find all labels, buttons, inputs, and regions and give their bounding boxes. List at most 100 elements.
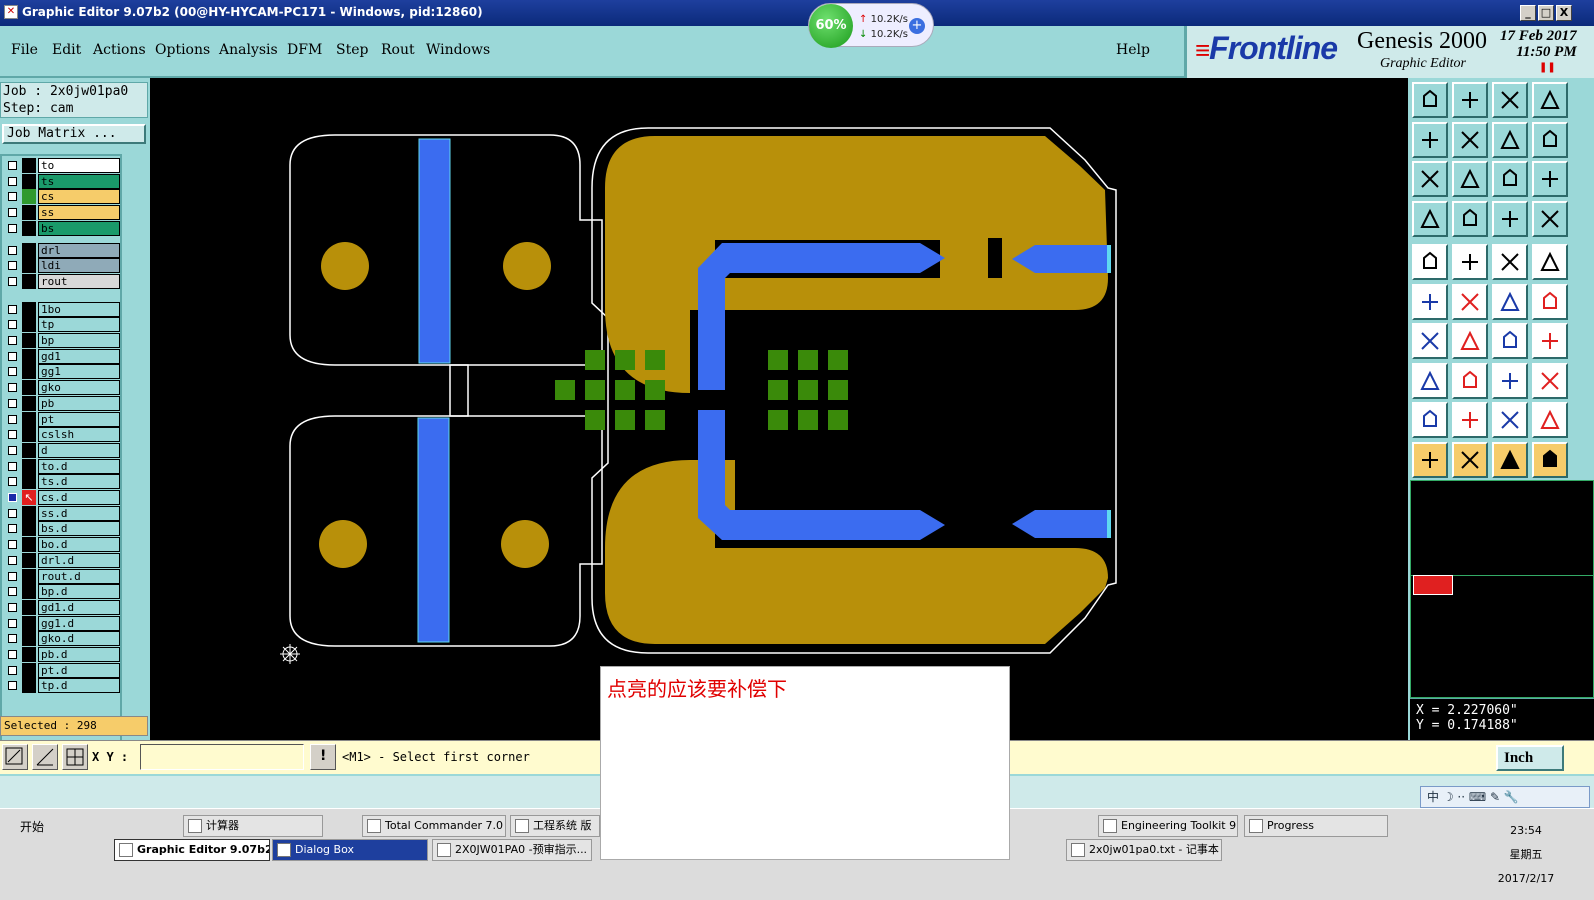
layer-checkbox[interactable] xyxy=(8,161,17,170)
layer-checkbox[interactable] xyxy=(8,414,17,424)
layer-checkbox[interactable] xyxy=(8,336,17,345)
layer-row[interactable]: bs xyxy=(4,220,120,236)
taskbar-item-progress[interactable]: Progress xyxy=(1244,815,1388,837)
layer-row[interactable]: tp xyxy=(4,317,120,333)
alert-button[interactable]: ! xyxy=(310,744,336,770)
window-tool-button[interactable] xyxy=(1532,82,1568,118)
xy-input[interactable] xyxy=(140,744,304,770)
layer-row[interactable]: gg1.d xyxy=(4,615,120,631)
layer-checkbox[interactable] xyxy=(8,602,17,612)
layer-row[interactable]: pb xyxy=(4,395,120,411)
layer-row[interactable]: bo.d xyxy=(4,537,120,553)
menu-rout[interactable]: Rout xyxy=(381,42,415,58)
layer-checkbox[interactable] xyxy=(8,276,17,286)
layer-row[interactable]: ss xyxy=(4,205,120,221)
ime-toolbar[interactable]: 中 ☽ ·· ⌨ ✎ 🔧 xyxy=(1420,786,1590,808)
taskbar-item-graphic-editor[interactable]: Graphic Editor 9.07b2 ... xyxy=(114,839,270,861)
layer-row[interactable]: pb.d xyxy=(4,647,120,662)
home-up-tool-button[interactable] xyxy=(1412,82,1448,118)
triangle-4-tool-button[interactable] xyxy=(1532,402,1568,438)
layer-checkbox[interactable] xyxy=(8,665,17,675)
layer-row[interactable]: gd1.d xyxy=(4,599,120,615)
home-down-tool-button[interactable] xyxy=(1452,82,1488,118)
square-tool-button[interactable] xyxy=(1532,362,1568,399)
minimize-button[interactable]: _ xyxy=(1520,5,1536,21)
units-selector[interactable]: Inch xyxy=(1496,745,1564,771)
taskbar-item-engineering-system[interactable]: 工程系统 版 xyxy=(510,815,600,837)
layer-checkbox[interactable] xyxy=(8,398,17,408)
layer-row[interactable]: pt xyxy=(4,411,120,427)
house-tool-button[interactable] xyxy=(1492,82,1528,118)
ruler-tool-button[interactable] xyxy=(1492,244,1528,280)
cube-tool-button[interactable] xyxy=(1452,244,1488,280)
plus-icon[interactable]: + xyxy=(909,18,925,34)
scale-1-2-tool-button[interactable] xyxy=(1492,161,1528,197)
layer-checkbox[interactable] xyxy=(8,681,17,691)
taskbar-item-prereview[interactable]: 2X0JW01PA0 -预审指示... xyxy=(432,839,592,861)
grid-button[interactable] xyxy=(62,744,88,770)
mini-map[interactable] xyxy=(1410,480,1594,698)
layer-row[interactable]: tp.d xyxy=(4,678,120,694)
layer-row[interactable]: bs.d xyxy=(4,521,120,537)
ff-tool-button[interactable] xyxy=(1532,323,1568,359)
fit-tool-button[interactable] xyxy=(1412,161,1448,197)
angle-tool-button[interactable] xyxy=(1412,323,1448,359)
layer-checkbox[interactable] xyxy=(8,587,17,597)
mirror-tool-button[interactable] xyxy=(1492,121,1528,158)
layer-checkbox[interactable] xyxy=(8,477,17,487)
system-clock[interactable]: 23:54 星期五 2017/2/17 xyxy=(1496,819,1556,891)
layer-row[interactable]: drl xyxy=(4,242,120,258)
help-tool-button[interactable] xyxy=(1532,161,1568,197)
taskbar-item-notepad[interactable]: 2x0jw01pa0.txt - 记事本 xyxy=(1066,839,1222,861)
layer-checkbox[interactable] xyxy=(8,634,17,644)
layer-checkbox[interactable] xyxy=(8,461,17,471)
layer-row[interactable]: d xyxy=(4,442,120,458)
layer-checkbox[interactable] xyxy=(8,351,17,361)
layer-checkbox[interactable] xyxy=(8,223,17,233)
layer-row[interactable]: rout.d xyxy=(4,568,120,584)
layer-checkbox[interactable] xyxy=(8,540,17,550)
minus-tool-button[interactable] xyxy=(1452,362,1488,399)
triangle-3-tool-button[interactable] xyxy=(1492,402,1528,438)
eye-tool-button[interactable] xyxy=(1412,200,1448,237)
layer-checkbox[interactable] xyxy=(8,650,17,659)
layer-checkbox[interactable] xyxy=(8,571,17,581)
layer-checkbox[interactable] xyxy=(8,445,17,455)
cross-tool-button[interactable] xyxy=(1452,283,1488,320)
pointer-tool-button[interactable] xyxy=(1412,441,1448,478)
layer-row[interactable]: bp.d xyxy=(4,584,120,600)
layer-row[interactable]: cslsh xyxy=(4,427,120,443)
layer-checkbox[interactable] xyxy=(8,524,17,534)
s-curve-tool-button[interactable] xyxy=(1532,121,1568,158)
layer-row[interactable]: gd1 xyxy=(4,348,120,364)
job-matrix-button[interactable]: Job Matrix ... xyxy=(2,124,146,144)
layer-row[interactable]: to.d xyxy=(4,458,120,474)
triangle-1-tool-button[interactable] xyxy=(1412,402,1448,438)
layer-checkbox[interactable] xyxy=(8,261,17,271)
rect-select-tool-button[interactable] xyxy=(1412,362,1448,399)
node-tool-button[interactable] xyxy=(1412,283,1448,320)
network-speed-widget[interactable]: 60% ↑ 10.2K/s ↓ 10.2K/s + xyxy=(808,3,934,48)
layer-row[interactable]: to xyxy=(4,158,120,173)
taskbar-item-total-commander[interactable]: Total Commander 7.0 ... xyxy=(362,815,506,837)
menu-options[interactable]: Options xyxy=(155,42,210,58)
pointer-circle-tool-button[interactable] xyxy=(1492,441,1528,478)
layer-row[interactable]: gko.d xyxy=(4,631,120,647)
layer-row[interactable]: ts xyxy=(4,173,120,189)
graphic-canvas[interactable] xyxy=(150,78,1408,740)
menu-help[interactable]: Help xyxy=(1116,42,1150,58)
layer-checkbox[interactable] xyxy=(8,176,17,186)
taskbar-item-calculator[interactable]: 计算器 xyxy=(183,815,323,837)
layer-checkbox[interactable] xyxy=(8,555,17,565)
layer-checkbox[interactable] xyxy=(8,383,17,393)
measure-button[interactable] xyxy=(32,744,58,770)
arrow-right-tool-button[interactable] xyxy=(1452,121,1488,158)
menu-step[interactable]: Step xyxy=(336,42,368,58)
line-tool-button[interactable] xyxy=(1452,323,1488,359)
menu-analysis[interactable]: Analysis xyxy=(219,42,278,58)
pan-tool-button[interactable] xyxy=(1452,161,1488,197)
layer-row[interactable]: drl.d xyxy=(4,552,120,568)
layer-row[interactable]: ↖ cs.d xyxy=(4,490,120,505)
zoom-fit-button[interactable] xyxy=(2,744,28,770)
menu-actions[interactable]: Actions xyxy=(93,42,146,58)
